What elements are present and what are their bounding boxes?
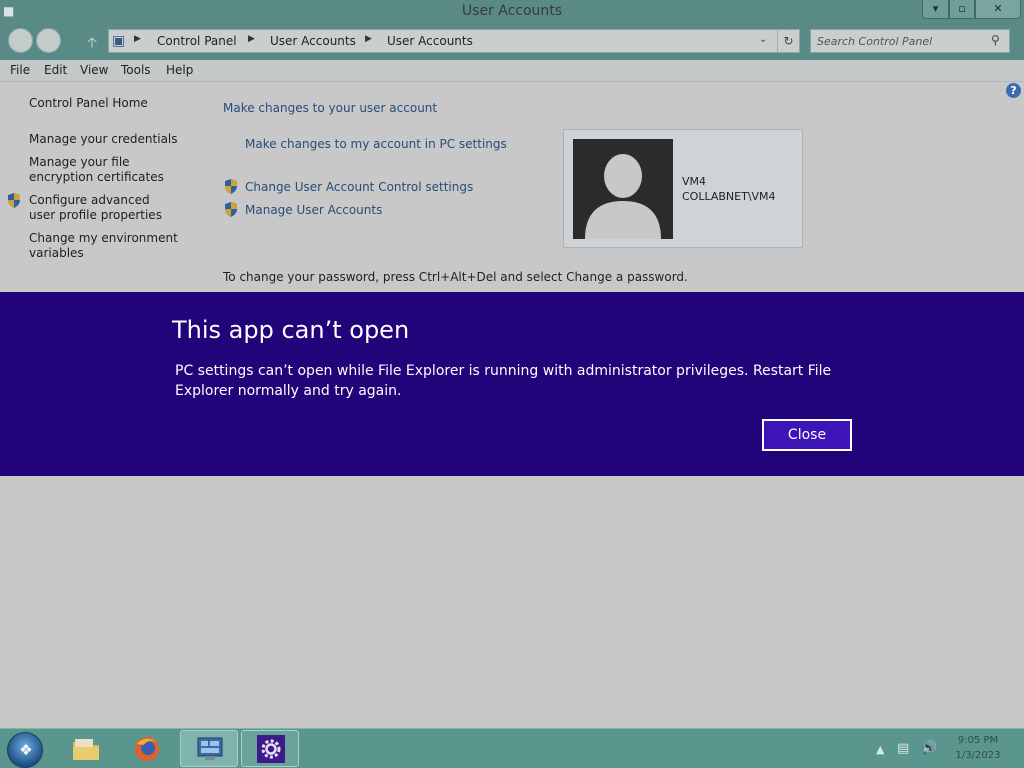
app-cant-open-dialog: This app can’t open PC settings can’t op… [0, 292, 1024, 476]
close-button[interactable]: Close [762, 419, 852, 451]
chevron-right-icon[interactable]: ▶ [365, 34, 372, 44]
control-panel-icon [197, 737, 223, 760]
sidebar-item-file-encryption[interactable]: Manage your file encryption certificates [29, 155, 189, 185]
user-silhouette-icon [585, 154, 661, 239]
taskbar: ❖ ▲ ▤ 🔊 9:05 PM 1/3/2023 [0, 728, 1024, 768]
address-toolbar: 🡡 ▣ ▶ Control Panel ▶ User Accounts ▶ Us… [0, 24, 1024, 60]
user-domain-name: COLLABNET\VM4 [682, 190, 776, 203]
search-icon[interactable]: ⚲ [991, 33, 1000, 47]
menu-help[interactable]: Help [166, 63, 193, 77]
menu-view[interactable]: View [80, 63, 108, 77]
menu-edit[interactable]: Edit [44, 63, 67, 77]
chevron-down-icon[interactable]: ⌄ [759, 34, 767, 45]
file-explorer-icon [73, 739, 99, 760]
refresh-icon[interactable]: ↻ [777, 30, 799, 52]
avatar [573, 139, 673, 239]
control-panel-content: ? Control Panel Home Manage your credent… [0, 82, 1024, 292]
start-button[interactable]: ❖ [7, 732, 43, 768]
close-window-button[interactable]: ✕ [975, 0, 1021, 19]
chevron-right-icon[interactable]: ▶ [134, 34, 141, 44]
up-arrow-icon[interactable]: 🡡 [87, 32, 97, 56]
password-hint-text: To change your password, press Ctrl+Alt+… [223, 270, 688, 284]
clock[interactable]: 9:05 PM 1/3/2023 [948, 733, 1008, 763]
clock-date: 1/3/2023 [955, 750, 1001, 761]
uac-shield-icon [225, 202, 237, 217]
sidebar-item-manage-credentials[interactable]: Manage your credentials [29, 132, 199, 147]
back-button[interactable] [8, 28, 33, 53]
title-bar: ■ User Accounts ▾ ▫ ✕ [0, 0, 1024, 24]
user-name: VM4 COLLABNET\VM4 [682, 174, 776, 204]
empty-area [0, 476, 1024, 728]
firefox-icon [135, 737, 159, 761]
menu-file[interactable]: File [10, 63, 30, 77]
sidebar-item-advanced-profile[interactable]: Configure advanced user profile properti… [29, 193, 179, 223]
user-card: VM4 COLLABNET\VM4 [563, 129, 803, 248]
address-bar[interactable]: ▣ ▶ Control Panel ▶ User Accounts ▶ User… [108, 29, 800, 53]
make-changes-heading: Make changes to your user account [223, 101, 438, 115]
settings-gear-icon [257, 735, 285, 763]
taskbar-file-explorer[interactable] [56, 730, 114, 767]
sidebar-item-environment-variables[interactable]: Change my environment variables [29, 231, 179, 261]
dialog-message: PC settings can’t open while File Explor… [175, 363, 832, 399]
breadcrumb-user-accounts-current[interactable]: User Accounts [387, 34, 473, 48]
menu-bar: File Edit View Tools Help [0, 60, 1024, 82]
breadcrumb-user-accounts[interactable]: User Accounts [270, 34, 356, 48]
breadcrumb-control-panel[interactable]: Control Panel [157, 34, 237, 48]
help-icon[interactable]: ? [1006, 83, 1021, 98]
manage-user-accounts-link[interactable]: Manage User Accounts [245, 203, 382, 217]
user-display-name: VM4 [682, 175, 707, 188]
windows-logo-icon: ❖ [19, 741, 33, 759]
show-hidden-icons-icon[interactable]: ▲ [876, 743, 884, 756]
search-box[interactable]: ⚲ [810, 29, 1010, 53]
minimize-button[interactable]: ▾ [922, 0, 949, 19]
clock-time: 9:05 PM [957, 735, 999, 746]
maximize-button[interactable]: ▫ [949, 0, 975, 19]
window-title: User Accounts [461, 3, 563, 19]
menu-tools[interactable]: Tools [121, 63, 151, 77]
search-input[interactable] [817, 33, 982, 49]
forward-button[interactable] [36, 28, 61, 53]
taskbar-firefox[interactable] [117, 730, 175, 767]
chevron-right-icon[interactable]: ▶ [248, 34, 255, 44]
uac-shield-icon [225, 179, 237, 194]
pc-settings-link[interactable]: Make changes to my account in PC setting… [245, 137, 507, 151]
taskbar-control-panel[interactable] [180, 730, 238, 767]
uac-shield-icon [8, 193, 20, 208]
network-icon[interactable]: ▤ [897, 741, 909, 756]
sidebar-item-control-panel-home[interactable]: Control Panel Home [29, 96, 199, 111]
volume-icon[interactable]: 🔊 [921, 741, 937, 756]
taskbar-settings[interactable] [241, 730, 299, 767]
control-panel-icon: ▣ [112, 33, 126, 49]
uac-settings-link[interactable]: Change User Account Control settings [245, 180, 473, 194]
dialog-title: This app can’t open [172, 316, 410, 344]
